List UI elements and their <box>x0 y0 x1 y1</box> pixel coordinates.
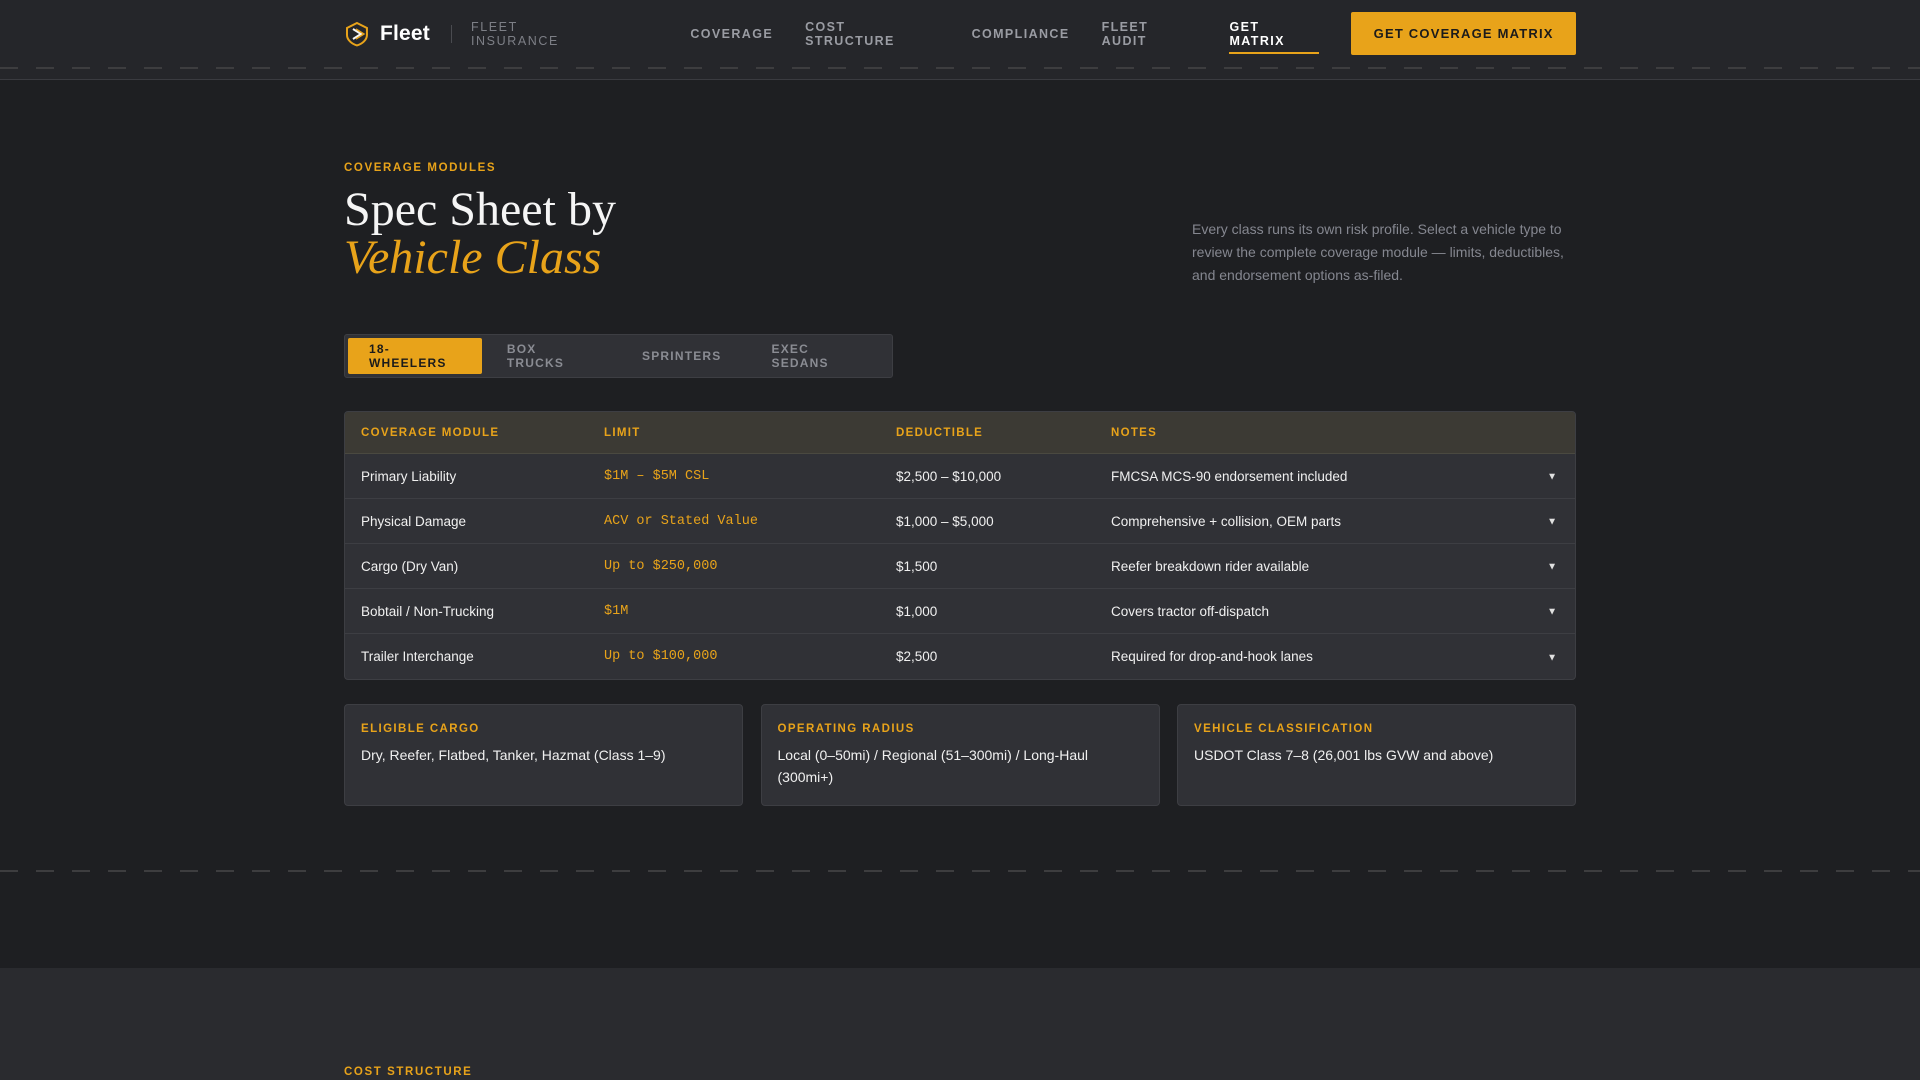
row-module: Physical Damage <box>361 513 467 529</box>
chevron-down-icon[interactable]: ▼ <box>1547 517 1557 528</box>
card-value: Local (0–50mi) / Regional (51–300mi) / L… <box>777 747 1089 785</box>
row-limit: Up to $100,000 <box>604 649 718 664</box>
table-row[interactable]: Cargo (Dry Van) Up to $250,000 $1,500 Re… <box>345 544 1575 589</box>
row-limit: Up to $250,000 <box>604 558 718 574</box>
row-deductible: $1,500 <box>896 558 938 574</box>
top-navigation: Fleet FLEET INSURANCE COVERAGE COST STRU… <box>0 0 1920 80</box>
card-label: OPERATING RADIUS <box>777 723 915 735</box>
get-coverage-matrix-button[interactable]: GET COVERAGE MATRIX <box>1351 12 1576 55</box>
nav-link-compliance[interactable]: COMPLIANCE <box>972 21 1070 47</box>
section-eyebrow: COVERAGE MODULES <box>344 162 497 174</box>
table-row[interactable]: Primary Liability $1M – $5M CSL $2,500 –… <box>345 454 1575 499</box>
row-module: Bobtail / Non-Trucking <box>361 603 495 619</box>
column-header-module: COVERAGE MODULE <box>361 426 500 439</box>
row-limit: $1M – $5M CSL <box>604 468 710 484</box>
row-deductible: $1,000 <box>896 603 938 619</box>
tab-box-trucks[interactable]: BOX TRUCKS <box>482 338 617 374</box>
row-notes: Comprehensive + collision, OEM parts <box>1111 513 1341 529</box>
coverage-table: COVERAGE MODULE LIMIT DEDUCTIBLE NOTES P… <box>344 411 1576 680</box>
tab-sprinters[interactable]: SPRINTERS <box>617 338 746 374</box>
tab-exec-sedans[interactable]: EXEC SEDANS <box>747 338 890 374</box>
section-eyebrow-cost-structure: COST STRUCTURE <box>344 1066 473 1078</box>
brand-name: Fleet <box>379 21 430 45</box>
nav-links: COVERAGE COST STRUCTURE COMPLIANCE FLEET… <box>690 14 1351 54</box>
card-label: VEHICLE CLASSIFICATION <box>1194 723 1374 735</box>
row-limit: ACV or Stated Value <box>604 513 758 529</box>
column-header-deductible: DEDUCTIBLE <box>896 426 984 439</box>
nav-link-cost-structure[interactable]: COST STRUCTURE <box>805 14 939 54</box>
section-dashed-divider <box>0 870 1920 872</box>
row-deductible: $2,500 – $10,000 <box>896 468 1002 484</box>
card-operating-radius: OPERATING RADIUS Local (0–50mi) / Region… <box>760 704 1160 806</box>
brand[interactable]: Fleet FLEET INSURANCE <box>344 20 610 48</box>
card-value: Dry, Reefer, Flatbed, Tanker, Hazmat (Cl… <box>361 747 666 763</box>
table-header: COVERAGE MODULE LIMIT DEDUCTIBLE NOTES <box>345 412 1575 454</box>
nav-link-coverage[interactable]: COVERAGE <box>690 21 773 47</box>
chevron-down-icon[interactable]: ▼ <box>1547 562 1557 573</box>
table-row[interactable]: Trailer Interchange Up to $100,000 $2,50… <box>345 634 1575 679</box>
brand-divider <box>450 24 452 43</box>
title-line-2: Vehicle Class <box>344 231 602 284</box>
row-deductible: $2,500 <box>896 649 938 664</box>
chevron-down-icon[interactable]: ▼ <box>1547 652 1557 663</box>
chevron-down-icon[interactable]: ▼ <box>1547 472 1557 483</box>
vehicle-class-tabs: 18-WHEELERS BOX TRUCKS SPRINTERS EXEC SE… <box>344 334 893 378</box>
row-module: Cargo (Dry Van) <box>361 558 459 574</box>
nav-link-get-matrix[interactable]: GET MATRIX <box>1229 14 1320 54</box>
row-deductible: $1,000 – $5,000 <box>896 513 994 529</box>
nav-dashed-divider <box>0 67 1920 69</box>
spec-cards: ELIGIBLE CARGO Dry, Reefer, Flatbed, Tan… <box>344 704 1576 806</box>
card-eligible-cargo: ELIGIBLE CARGO Dry, Reefer, Flatbed, Tan… <box>344 704 743 806</box>
row-module: Primary Liability <box>361 468 457 484</box>
card-label: ELIGIBLE CARGO <box>361 723 480 735</box>
table-row[interactable]: Physical Damage ACV or Stated Value $1,0… <box>345 499 1575 544</box>
chevron-down-icon[interactable]: ▼ <box>1547 607 1557 618</box>
column-header-notes: NOTES <box>1111 426 1158 439</box>
row-notes: Covers tractor off-dispatch <box>1111 603 1270 619</box>
card-value: USDOT Class 7–8 (26,001 lbs GVW and abov… <box>1194 747 1494 763</box>
nav-link-fleet-audit[interactable]: FLEET AUDIT <box>1102 14 1198 54</box>
cost-structure-section: COST STRUCTURE <box>0 968 1920 1080</box>
table-row[interactable]: Bobtail / Non-Trucking $1M $1,000 Covers… <box>345 589 1575 634</box>
row-notes: Required for drop-and-hook lanes <box>1111 649 1313 664</box>
title-line-1: Spec Sheet by <box>344 183 616 236</box>
brand-subtitle: FLEET INSURANCE <box>470 19 559 48</box>
nav-inner: Fleet FLEET INSURANCE COVERAGE COST STRU… <box>344 0 1576 67</box>
card-vehicle-classification: VEHICLE CLASSIFICATION USDOT Class 7–8 (… <box>1177 704 1576 806</box>
page-title: Spec Sheet by Vehicle Class <box>344 186 616 282</box>
row-limit: $1M <box>604 603 629 619</box>
shield-logo-icon <box>345 21 368 47</box>
section-description: Every class runs its own risk profile. S… <box>1192 221 1564 283</box>
row-notes: Reefer breakdown rider available <box>1111 558 1310 574</box>
column-header-limit: LIMIT <box>604 426 641 439</box>
tab-18-wheelers[interactable]: 18-WHEELERS <box>348 338 482 374</box>
row-module: Trailer Interchange <box>361 649 474 664</box>
row-notes: FMCSA MCS-90 endorsement included <box>1111 468 1348 484</box>
